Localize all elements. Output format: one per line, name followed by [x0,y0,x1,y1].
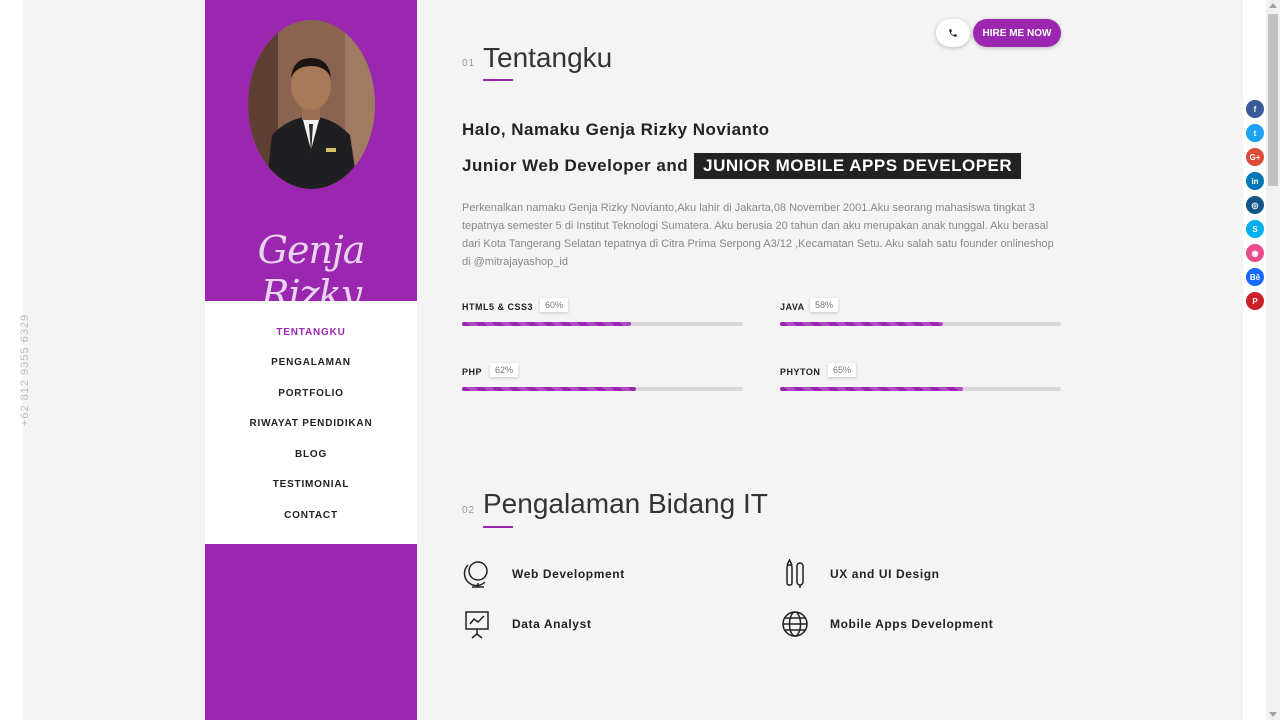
skill-percent: 58% [810,298,839,312]
scroll-down-arrow-icon[interactable] [1269,712,1277,717]
instagram-icon[interactable]: ◎ [1246,196,1264,214]
service-label: Web Development [512,567,625,581]
skill-track [780,387,1061,391]
dribbble-icon[interactable]: ◉ [1246,244,1264,262]
skill-track [780,322,1061,326]
skill-name: PHP [462,367,483,377]
nav-item-portfolio[interactable]: PORTFOLIO [205,388,417,399]
section-underline [483,526,513,528]
avatar-photo [248,20,375,189]
skill-fill [462,322,631,326]
nav-item-blog[interactable]: BLOG [205,449,417,460]
world-icon [780,609,810,639]
nav-item-riwayat-pendidikan[interactable]: RIWAYAT PENDIDIKAN [205,418,417,429]
skill-percent: 62% [490,363,519,377]
nav-item-testimonial[interactable]: TESTIMONIAL [205,479,417,490]
facebook-icon[interactable]: f [1246,100,1264,118]
about-paragraph: Perkenalkan namaku Genja Rizky Novianto,… [462,202,1054,268]
greeting-heading: Halo, Namaku Genja Rizky Novianto [462,120,770,139]
sidebar-nav: TENTANGKU PENGALAMAN PORTFOLIO RIWAYAT P… [205,301,417,544]
skill-track [462,322,743,326]
section-number: 02 [462,505,476,516]
skill-bar: JAVA 58% [780,298,1061,330]
linkedin-icon[interactable]: in [1246,172,1264,190]
section-underline [483,79,513,81]
pen-tools-icon [780,559,810,589]
service-item: Data Analyst [462,609,591,639]
hire-me-button[interactable]: HIRE ME NOW [973,19,1061,47]
skill-bar: HTML5 & CSS3 60% [462,298,743,330]
scrollbar[interactable] [1266,0,1280,720]
role-prefix: Junior Web Developer and [462,156,689,175]
call-button[interactable] [936,19,970,47]
role-heading: Junior Web Developer and JUNIOR MOBILE A… [462,153,1022,179]
section-title-experience: Pengalaman Bidang IT [483,488,768,519]
skill-name: HTML5 & CSS3 [462,302,534,312]
google-plus-icon[interactable]: G+ [1246,148,1264,166]
service-item: Web Development [462,559,625,589]
service-label: UX and UI Design [830,567,940,581]
section-title-about: Tentangku [483,42,613,73]
skill-percent: 60% [540,298,569,312]
social-links: f t G+ in ◎ S ◉ Bē P [1246,100,1264,316]
avatar [248,20,375,189]
globe-stand-icon [462,559,492,589]
service-item: Mobile Apps Development [780,609,993,639]
nav-item-contact[interactable]: CONTACT [205,510,417,521]
vertical-phone-number: +62 812 9355 6329 [19,313,31,427]
pinterest-icon[interactable]: P [1246,292,1264,310]
nav-item-tentangku[interactable]: TENTANGKU [205,327,417,338]
skype-icon[interactable]: S [1246,220,1264,238]
skill-fill [462,387,637,391]
skill-percent: 65% [828,363,857,377]
scrollbar-thumb[interactable] [1268,14,1278,186]
service-item: UX and UI Design [780,559,940,589]
section-number: 01 [462,58,476,69]
twitter-icon[interactable]: t [1246,124,1264,142]
service-label: Data Analyst [512,617,592,631]
skill-fill [780,387,963,391]
role-highlight: JUNIOR MOBILE APPS DEVELOPER [694,153,1022,179]
behance-icon[interactable]: Bē [1246,268,1264,286]
scroll-up-arrow-icon[interactable] [1269,3,1277,8]
presentation-chart-icon [462,609,492,639]
skill-track [462,387,743,391]
skill-fill [780,322,943,326]
skill-name: JAVA [780,302,805,312]
service-label: Mobile Apps Development [830,617,994,631]
sidebar: Genja Rizky TENTANGKU PENGALAMAN PORTFOL… [205,0,417,720]
skill-bar: PHP 62% [462,363,743,395]
skill-name: PHYTON [780,367,821,377]
skill-bar: PHYTON 65% [780,363,1061,395]
phone-icon [949,29,957,37]
nav-item-pengalaman[interactable]: PENGALAMAN [205,357,417,368]
